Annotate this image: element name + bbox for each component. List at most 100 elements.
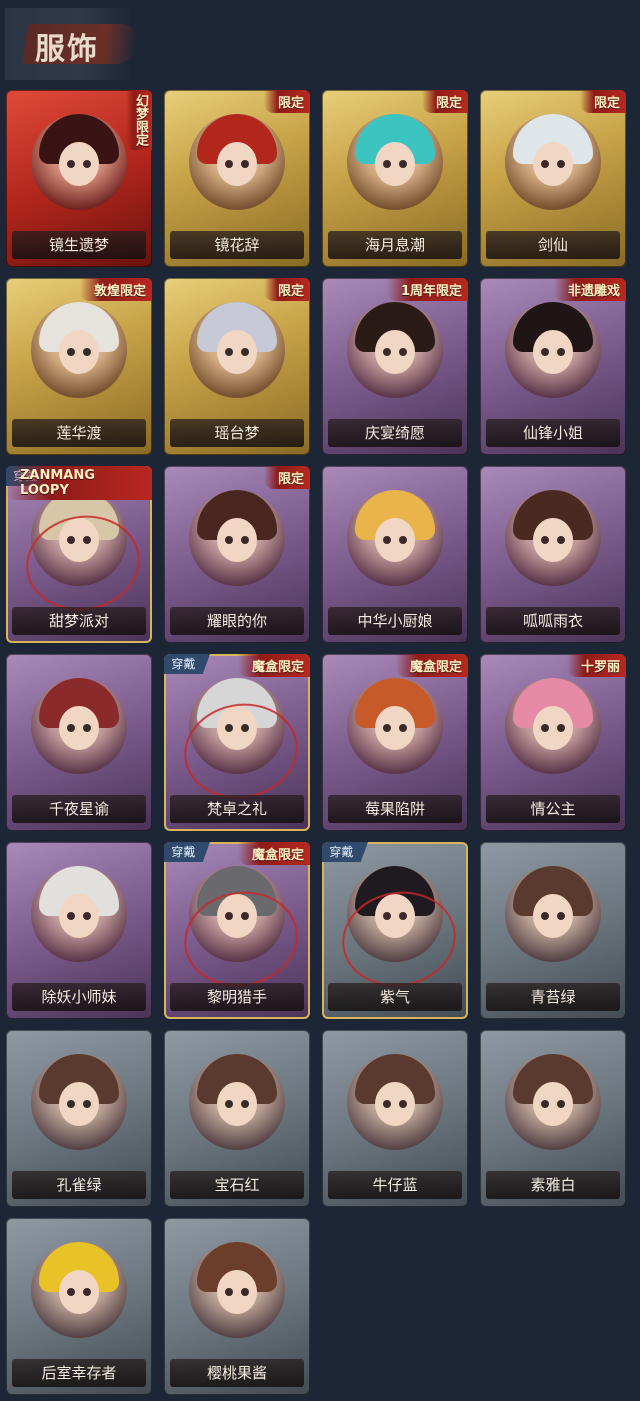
costume-portrait xyxy=(347,114,443,210)
portrait-eye xyxy=(383,348,391,356)
costume-name: 镜花辞 xyxy=(170,231,304,259)
costume-name: 海月息潮 xyxy=(328,231,462,259)
costume-name: 情公主 xyxy=(486,795,620,823)
portrait-eye xyxy=(83,1100,91,1108)
costume-portrait xyxy=(31,678,127,774)
costume-name: 莲华渡 xyxy=(12,419,146,447)
portrait-face xyxy=(59,330,99,374)
costume-portrait xyxy=(347,1054,443,1150)
costume-card[interactable]: 素雅白 xyxy=(480,1030,626,1207)
limited-badge: 魔盒限定 xyxy=(237,842,310,865)
costume-card[interactable]: 限定镜花辞 xyxy=(164,90,310,267)
costume-card[interactable]: 中华小厨娘 xyxy=(322,466,468,643)
limited-badge: 敦煌限定 xyxy=(79,278,152,301)
costume-name: 孔雀绿 xyxy=(12,1171,146,1199)
costume-card[interactable]: 穿戴 紫气 xyxy=(322,842,468,1019)
portrait-eye xyxy=(557,348,565,356)
portrait-eye xyxy=(241,1100,249,1108)
costume-card[interactable]: 呱呱雨衣 xyxy=(480,466,626,643)
limited-badge: 限定 xyxy=(579,90,626,113)
portrait-eye xyxy=(399,348,407,356)
portrait-eye xyxy=(241,536,249,544)
portrait-eye xyxy=(541,1100,549,1108)
costume-name: 中华小厨娘 xyxy=(328,607,462,635)
costume-portrait xyxy=(189,114,285,210)
costume-card[interactable]: 穿戴ZANMANG LOOPY甜梦派对 xyxy=(6,466,152,643)
costume-name: 宝石红 xyxy=(170,1171,304,1199)
portrait-face xyxy=(533,706,573,750)
costume-name: 镜生遗梦 xyxy=(12,231,146,259)
costume-card[interactable]: 宝石红 xyxy=(164,1030,310,1207)
portrait-eye xyxy=(383,536,391,544)
portrait-face xyxy=(533,142,573,186)
portrait-eye xyxy=(67,1288,75,1296)
limited-badge: 幻梦限定 xyxy=(126,90,152,150)
costume-name: 莓果陷阱 xyxy=(328,795,462,823)
costume-card[interactable]: 非遗雕戏仙锋小姐 xyxy=(480,278,626,455)
costume-card[interactable]: 1周年限定 庆宴绮愿 xyxy=(322,278,468,455)
costume-card[interactable]: 幻梦限定镜生遗梦 xyxy=(6,90,152,267)
portrait-eye xyxy=(67,724,75,732)
portrait-face xyxy=(533,518,573,562)
costume-card[interactable]: 限定 瑶台梦 xyxy=(164,278,310,455)
costume-name: 樱桃果酱 xyxy=(170,1359,304,1387)
costume-portrait xyxy=(31,866,127,962)
costume-card[interactable]: 千夜星谕 xyxy=(6,654,152,831)
costume-name: 仙锋小姐 xyxy=(486,419,620,447)
portrait-face xyxy=(59,142,99,186)
costume-card[interactable]: 魔盒限定 莓果陷阱 xyxy=(322,654,468,831)
portrait-face xyxy=(217,518,257,562)
costume-name: 呱呱雨衣 xyxy=(486,607,620,635)
costume-card[interactable]: 青苔绿 xyxy=(480,842,626,1019)
costume-card[interactable]: 穿戴 魔盒限定 黎明猎手 xyxy=(164,842,310,1019)
costume-card[interactable]: 穿戴 魔盒限定 梵卓之礼 xyxy=(164,654,310,831)
costume-card[interactable]: 限定海月息潮 xyxy=(322,90,468,267)
portrait-face xyxy=(375,142,415,186)
portrait-face xyxy=(217,1270,257,1314)
portrait-eye xyxy=(83,912,91,920)
limited-badge: 非遗雕戏 xyxy=(553,278,626,301)
costume-card[interactable]: 限定 剑仙 xyxy=(480,90,626,267)
costume-portrait xyxy=(31,1054,127,1150)
portrait-eye xyxy=(241,1288,249,1296)
costume-card[interactable]: 十罗丽 情公主 xyxy=(480,654,626,831)
portrait-face xyxy=(217,1082,257,1126)
section-title: 服饰 xyxy=(35,32,99,67)
limited-badge: 魔盒限定 xyxy=(237,654,310,677)
portrait-eye xyxy=(241,348,249,356)
portrait-face xyxy=(217,142,257,186)
costume-portrait xyxy=(505,302,601,398)
portrait-eye xyxy=(225,536,233,544)
portrait-eye xyxy=(399,536,407,544)
costume-card[interactable]: 除妖小师妹 xyxy=(6,842,152,1019)
limited-badge: 限定 xyxy=(263,90,310,113)
costume-card[interactable]: 限定 耀眼的你 xyxy=(164,466,310,643)
portrait-eye xyxy=(67,160,75,168)
costume-portrait xyxy=(189,490,285,586)
portrait-face xyxy=(375,1082,415,1126)
section-header: 服饰 xyxy=(5,8,140,80)
costume-portrait xyxy=(505,114,601,210)
portrait-eye xyxy=(557,160,565,168)
portrait-eye xyxy=(383,1100,391,1108)
costume-card[interactable]: 后室幸存者 xyxy=(6,1218,152,1395)
costume-name: 耀眼的你 xyxy=(170,607,304,635)
limited-badge: 限定 xyxy=(421,90,468,113)
costume-name: 除妖小师妹 xyxy=(12,983,146,1011)
portrait-eye xyxy=(541,724,549,732)
costume-portrait xyxy=(189,1054,285,1150)
portrait-eye xyxy=(83,348,91,356)
worn-tag-label: 穿戴 xyxy=(329,845,354,859)
portrait-eye xyxy=(557,912,565,920)
worn-tag: 穿戴 xyxy=(164,654,210,674)
costume-card[interactable]: 敦煌限定莲华渡 xyxy=(6,278,152,455)
portrait-face xyxy=(533,894,573,938)
costume-portrait xyxy=(347,490,443,586)
costume-card[interactable]: 孔雀绿 xyxy=(6,1030,152,1207)
costume-portrait xyxy=(505,490,601,586)
costume-card[interactable]: 樱桃果酱 xyxy=(164,1218,310,1395)
portrait-eye xyxy=(383,724,391,732)
costume-portrait xyxy=(189,1242,285,1338)
portrait-eye xyxy=(399,1100,407,1108)
costume-card[interactable]: 牛仔蓝 xyxy=(322,1030,468,1207)
